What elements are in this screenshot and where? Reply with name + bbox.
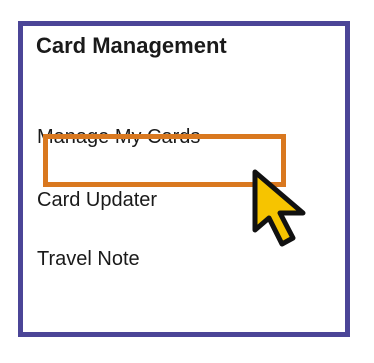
travel-note-link[interactable]: Travel Note [37,248,140,271]
manage-my-cards-link[interactable]: Manage My Cards [37,126,200,149]
card-updater-link[interactable]: Card Updater [37,189,157,212]
card-management-panel [18,21,350,337]
page: Card Management Manage My Cards Card Upd… [0,0,374,363]
panel-title: Card Management [36,33,227,58]
